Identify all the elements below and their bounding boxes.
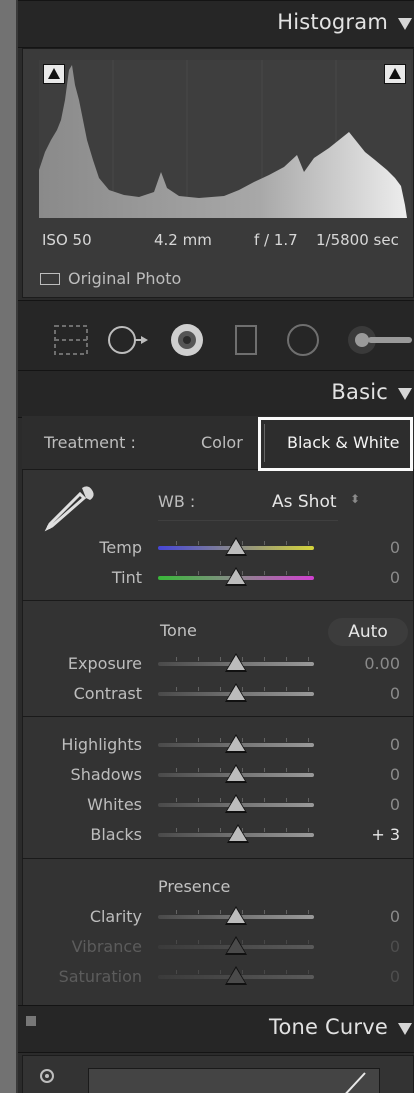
blacks-slider-track[interactable] [158,824,314,843]
tone-curve-graph[interactable] [88,1068,380,1093]
contrast-value[interactable]: 0 [390,684,400,703]
white-balance-eyedropper-icon[interactable] [42,482,102,532]
develop-right-panel: Histogram ISO 50 4.2 mm f / 1.7 1/5800 s… [18,0,414,1093]
crop-overlay-icon[interactable] [52,323,90,357]
tint-label: Tint [111,568,142,587]
exposure-label: Exposure [67,654,142,673]
panel-switch-icon[interactable] [26,1016,36,1026]
whites-slider-track[interactable] [158,794,314,813]
iso-value: ISO 50 [42,231,92,249]
tone-curve-header[interactable]: Tone Curve [18,1005,414,1053]
histogram-graph[interactable] [39,60,411,218]
shutter-speed-value: 1/5800 sec [316,231,399,249]
targeted-adjustment-icon[interactable] [38,1067,56,1085]
blacks-label: Blacks [90,825,142,844]
clarity-slider-track[interactable] [158,906,314,925]
histogram-header[interactable]: Histogram [18,0,414,48]
treatment-bw-option[interactable]: Black & White [258,417,413,471]
shadows-slider-track[interactable] [158,764,314,783]
auto-tone-button[interactable]: Auto [328,618,408,646]
radial-filter-icon[interactable] [284,321,322,359]
highlight-clipping-button[interactable] [384,64,406,84]
exposure-slider-thumb[interactable] [227,655,245,670]
highlights-slider-track[interactable] [158,734,314,753]
saturation-slider-track [158,966,314,985]
wb-label: WB : [158,492,196,511]
presence-section-label: Presence [158,877,231,896]
shadows-value[interactable]: 0 [390,765,400,784]
vibrance-value: 0 [389,937,400,956]
temp-slider-track[interactable] [158,537,314,556]
whites-value[interactable]: 0 [390,795,400,814]
temp-slider-thumb[interactable] [227,539,245,554]
wb-underline [158,520,338,521]
contrast-label: Contrast [73,684,142,703]
contrast-slider-thumb[interactable] [227,685,245,700]
vibrance-slider-track [158,936,314,955]
original-photo-label: Original Photo [68,269,182,288]
tint-value[interactable]: 0 [390,568,400,587]
temp-value[interactable]: 0 [390,538,400,557]
left-scroll-strip [0,0,18,1093]
basic-header[interactable]: Basic [18,370,414,418]
tool-strip [18,300,414,377]
vibrance-label: Vibrance [71,937,142,956]
treatment-label: Treatment : [44,433,136,452]
basic-title: Basic [331,380,388,404]
clarity-slider-thumb[interactable] [227,908,245,923]
dropdown-arrows-icon[interactable]: ⬍ [350,492,360,506]
original-photo-toggle[interactable]: Original Photo [40,269,181,288]
divider [22,858,414,859]
collapse-triangle-icon[interactable] [398,18,412,30]
exposure-value[interactable]: 0.00 [364,654,400,673]
highlights-value[interactable]: 0 [390,735,400,754]
tint-slider-track[interactable] [158,567,314,586]
vibrance-slider-thumb [227,938,245,953]
saturation-slider-thumb [227,968,245,983]
shadows-slider-thumb[interactable] [227,766,245,781]
saturation-label: Saturation [58,967,142,986]
tone-curve-line [345,1072,366,1093]
tone-section-label: Tone [160,621,197,640]
shadows-label: Shadows [70,765,142,784]
checkbox-icon[interactable] [40,273,60,285]
divider [22,600,414,601]
graduated-filter-icon[interactable] [232,323,260,357]
histogram-curve [39,60,407,218]
divider [22,716,414,717]
clarity-value[interactable]: 0 [390,907,400,926]
clarity-label: Clarity [89,907,142,926]
contrast-slider-track[interactable] [158,683,314,702]
exposure-slider-track[interactable] [158,653,314,672]
collapse-triangle-icon[interactable] [398,1023,412,1035]
red-eye-icon[interactable] [168,321,206,359]
highlights-slider-thumb[interactable] [227,736,245,751]
tone-curve-title: Tone Curve [269,1015,388,1039]
temp-label: Temp [99,538,142,557]
treatment-bw-label: Black & White [287,433,400,452]
focal-length-value: 4.2 mm [154,231,212,249]
collapse-triangle-icon[interactable] [398,388,412,400]
saturation-value: 0 [389,967,400,986]
tint-slider-thumb[interactable] [227,569,245,584]
spot-removal-icon[interactable] [106,323,152,357]
aperture-value: f / 1.7 [254,231,298,249]
histogram-title: Histogram [277,10,388,34]
blacks-slider-thumb[interactable] [228,826,247,841]
blacks-value[interactable]: + 3 [371,825,400,844]
whites-slider-thumb[interactable] [227,796,245,811]
whites-label: Whites [87,795,142,814]
wb-dropdown-value[interactable]: As Shot [272,492,337,512]
highlights-label: Highlights [61,735,142,754]
shadow-clipping-button[interactable] [43,64,65,84]
treatment-color-option[interactable]: Color [201,433,243,452]
adjustment-brush-icon[interactable] [344,323,414,357]
